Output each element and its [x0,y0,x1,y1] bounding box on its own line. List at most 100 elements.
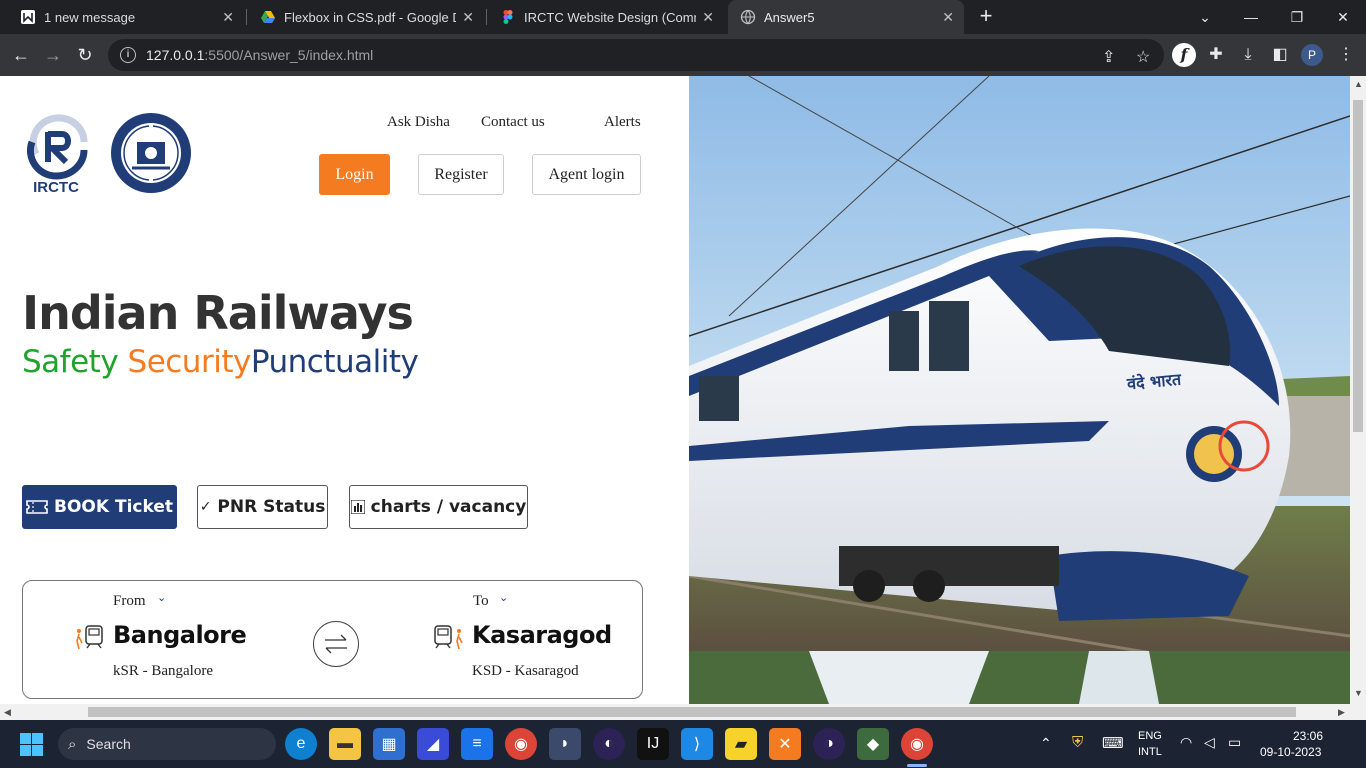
from-city[interactable]: Bangalore [113,621,247,649]
download-icon[interactable]: ⤓ [1236,43,1260,67]
minimize-button[interactable]: — [1228,0,1274,34]
windows-taskbar: ⌕ Search e ▬ ▦ ◢ ≡ ◉ ◗ ◐ IJ ⟩ ▰ ✕ ◑ ◆ ◉ … [0,720,1366,768]
scroll-down-arrow-icon[interactable]: ▼ [1354,688,1363,698]
volume-icon[interactable]: ◁ [1204,734,1215,751]
windows-start-icon[interactable] [20,733,43,756]
tagline-safety: Safety [22,344,128,380]
swap-arrows-icon [325,634,347,654]
reload-icon[interactable]: ↻ [72,42,98,68]
book-ticket-label: BOOK Ticket [54,497,173,517]
tab-separator [486,9,487,25]
contact-us-link[interactable]: Contact us [481,114,545,131]
share-icon[interactable]: ⇪ [1102,47,1115,67]
intellij-icon[interactable]: IJ [637,728,669,760]
tab-figma[interactable]: IRCTC Website Design (Commun ✕ [488,0,724,34]
url-text[interactable]: 127.0.0.1:5500/Answer_5/index.html [146,47,373,63]
keyboard-icon[interactable]: ⌨ [1102,734,1124,752]
train-traveller-icon [434,625,463,650]
clock-time[interactable]: 23:06 [1293,729,1323,743]
figma-icon [503,10,513,24]
profile-avatar[interactable]: P [1301,44,1323,66]
horizontal-scrollbar[interactable]: ◀ ▶ [0,704,1366,720]
page-viewport: IRCTC Ask Disha Contact us Alerts Login … [0,76,1366,704]
tray-chevron-up-icon[interactable]: ⌃ [1040,735,1052,752]
bookmark-star-icon[interactable]: ☆ [1136,47,1150,67]
tab-title: Answer5 [764,9,815,25]
side-panel-icon[interactable]: ◧ [1268,43,1292,67]
from-chevron-down-icon[interactable]: ⌄ [157,591,166,604]
site-info-icon[interactable]: i [120,47,136,63]
horizontal-scroll-thumb[interactable] [88,707,1296,717]
scroll-right-arrow-icon[interactable]: ▶ [1338,707,1345,718]
close-tab-icon[interactable]: ✕ [702,9,714,26]
formula-extension-icon[interactable]: f [1172,43,1196,67]
close-tab-icon[interactable]: ✕ [942,9,954,26]
address-bar[interactable]: i 127.0.0.1:5500/Answer_5/index.html ⇪ ☆ [108,39,1164,71]
swap-stations-button[interactable] [313,621,359,667]
tab-google-drive[interactable]: Flexbox in CSS.pdf - Google Driv ✕ [248,0,484,34]
language-code[interactable]: ENG [1138,730,1162,742]
pnr-status-label: PNR Status [217,497,326,517]
login-button[interactable]: Login [319,154,390,195]
ticket-icon [26,500,48,514]
hero-title: Indian Railways [22,286,414,340]
extensions-puzzle-icon[interactable]: ✚ [1204,43,1228,67]
vscode-icon[interactable]: ⟩ [681,728,713,760]
microsoft-store-icon[interactable]: ▦ [373,728,405,760]
file-explorer-icon[interactable]: ▬ [329,728,361,760]
check-icon: ✓ [199,499,212,515]
chrome-icon[interactable]: ◉ [505,728,537,760]
tagline-punctuality: Punctuality [250,344,419,380]
language-layout[interactable]: INTL [1138,746,1162,758]
to-chevron-down-icon[interactable]: ⌄ [499,591,508,604]
vertical-scrollbar[interactable]: ▲ ▼ [1350,76,1366,704]
notepad-icon[interactable]: ≡ [461,728,493,760]
close-tab-icon[interactable]: ✕ [222,9,234,26]
wifi-icon[interactable]: ◠ [1180,734,1192,751]
clock-date[interactable]: 09-10-2023 [1260,745,1321,759]
xampp-icon[interactable]: ✕ [769,728,801,760]
close-tab-icon[interactable]: ✕ [462,9,474,26]
tab-mail[interactable]: 1 new message ✕ [8,0,244,34]
close-window-button[interactable]: ✕ [1320,0,1366,34]
eclipse-secondary-icon[interactable]: ◑ [813,728,845,760]
forward-arrow-icon[interactable]: → [40,42,66,68]
vertical-scroll-thumb[interactable] [1353,100,1363,432]
git-gui-icon[interactable]: ◆ [857,728,889,760]
register-button[interactable]: Register [418,154,504,195]
tab-answer5[interactable]: Answer5 ✕ [728,0,964,34]
eclipse-icon[interactable]: ◐ [593,728,625,760]
scroll-up-arrow-icon[interactable]: ▲ [1354,79,1363,89]
taskbar-search[interactable]: ⌕ Search [58,728,276,760]
edge-icon[interactable]: e [285,728,317,760]
new-tab-button[interactable]: + [972,4,1000,30]
irctc-logo[interactable]: IRCTC [22,112,90,194]
scroll-left-arrow-icon[interactable]: ◀ [4,707,11,718]
train-name-marking: वंदे भारत [1126,369,1182,394]
active-app-indicator [907,764,927,767]
pnr-status-button[interactable]: ✓ PNR Status [197,485,328,529]
journey-selector: From ⌄ Bangalore kSR - Bangalore To ⌄ Ka… [22,580,643,699]
charts-vacancy-button[interactable]: charts / vacancy [349,485,528,529]
tab-title: 1 new message [44,9,136,25]
indian-railways-emblem[interactable] [110,112,192,194]
restore-button[interactable]: ❐ [1274,0,1320,34]
to-city[interactable]: Kasaragod [472,621,612,649]
tagline-security: Security [127,344,252,380]
alerts-link[interactable]: Alerts [604,114,641,131]
to-label: To [473,593,489,609]
back-arrow-icon[interactable]: ← [8,42,34,68]
ask-disha-link[interactable]: Ask Disha [387,114,450,131]
security-shield-icon[interactable]: ⛨ [1072,734,1083,751]
agent-login-button[interactable]: Agent login [532,154,641,195]
tab-search-icon[interactable]: ⌄ [1182,0,1228,34]
browser-toolbar: ← → ↻ i 127.0.0.1:5500/Answer_5/index.ht… [0,34,1366,76]
sticky-notes-icon[interactable]: ▰ [725,728,757,760]
battery-icon[interactable]: ▭ [1228,734,1241,751]
mysql-dolphin-icon[interactable]: ◗ [549,728,581,760]
book-ticket-button[interactable]: BOOK Ticket [22,485,177,529]
chrome-profile-icon[interactable]: ◉ [901,728,933,760]
left-panel: IRCTC Ask Disha Contact us Alerts Login … [0,76,689,704]
browser-menu-icon[interactable]: ⋮ [1334,43,1358,67]
photo-editor-icon[interactable]: ◢ [417,728,449,760]
